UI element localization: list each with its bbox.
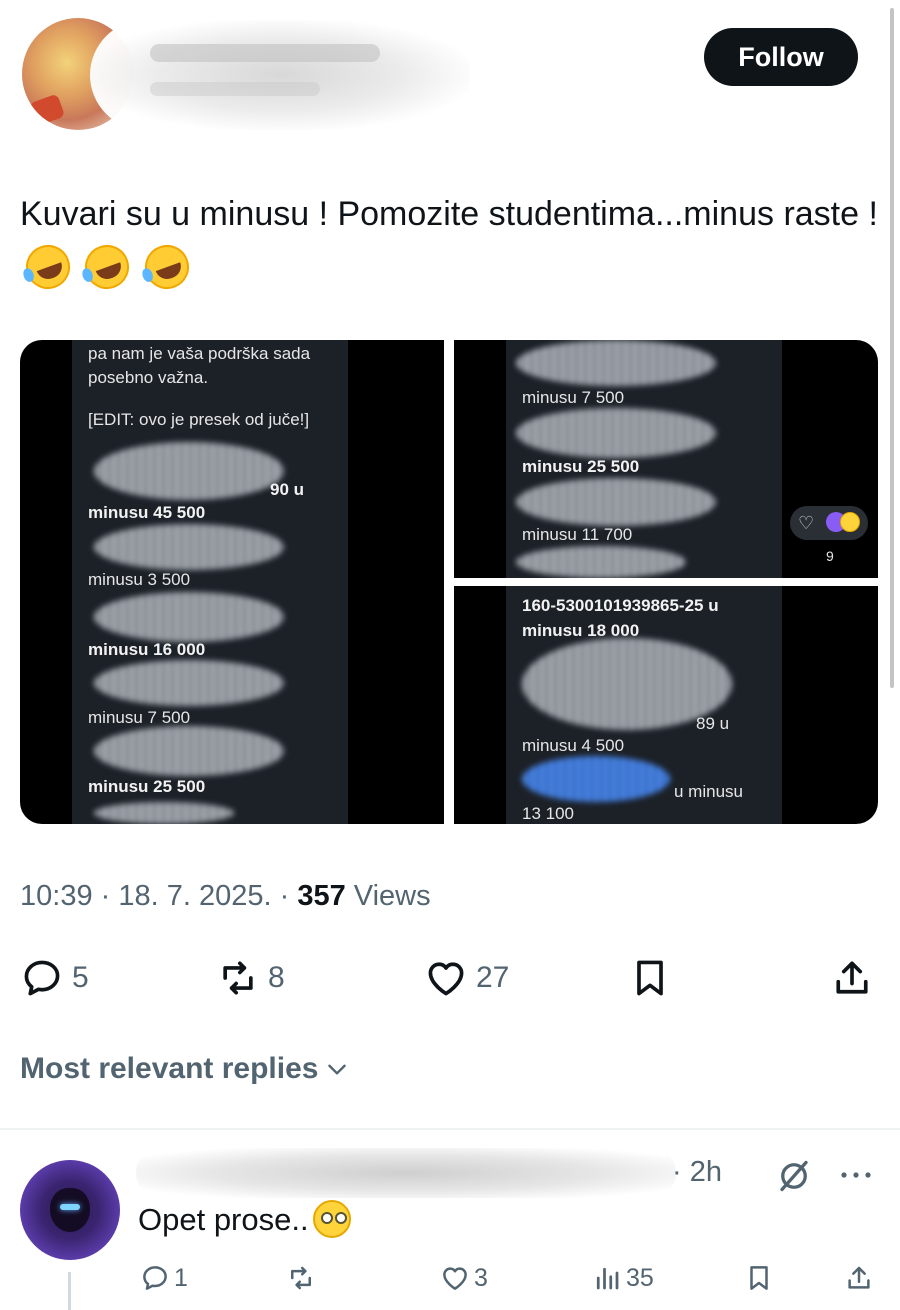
media-text-line: [EDIT: ovo je presek od juče!]	[88, 410, 310, 429]
share-button[interactable]	[830, 950, 874, 1006]
media-image-3[interactable]: 160-5300101939865-25 u minusu 18 000 89 …	[454, 586, 878, 824]
reply-repost-button[interactable]	[286, 1258, 316, 1298]
media-text-line: minusu 4 500	[522, 736, 625, 755]
tweet-actions: 5 8 27	[0, 950, 900, 1010]
blurred-account-info	[94, 592, 284, 642]
reply-bookmark-button[interactable]	[744, 1258, 774, 1298]
media-text-line: minusu 16 000	[88, 640, 206, 659]
media-text-line: pa nam je vaša podrška sada	[88, 344, 311, 363]
reply-views-button[interactable]: 35	[592, 1258, 654, 1298]
author-name-blurred[interactable]	[90, 20, 470, 130]
grok-icon[interactable]	[776, 1158, 812, 1194]
bookmark-button[interactable]	[628, 950, 672, 1006]
reply-timestamp[interactable]: · 2h	[672, 1156, 722, 1189]
blurred-account-info	[516, 408, 716, 458]
media-text-line: 89 u	[696, 714, 730, 733]
heart-icon	[428, 962, 464, 996]
reply-like-count: 3	[474, 1263, 488, 1292]
blurred-account-link	[522, 756, 670, 802]
tweet-media-grid: pa nam je vaša podrška sada posebno važn…	[20, 340, 878, 824]
heart-icon	[443, 1267, 467, 1290]
repost-count: 8	[268, 961, 285, 994]
repost-button[interactable]: 8	[216, 950, 285, 1006]
views-label: Views	[345, 880, 431, 912]
media-text-line: u minusu	[674, 782, 743, 801]
reply-views-count: 35	[626, 1263, 654, 1292]
media-text-line: minusu 25 500	[88, 777, 206, 796]
tweet-meta: 10:39 · 18. 7. 2025. · 357 Views	[20, 880, 431, 913]
reply-icon	[24, 960, 60, 996]
like-button[interactable]: 27	[424, 950, 509, 1006]
share-icon	[848, 1266, 870, 1289]
message-reactions: ♡	[790, 506, 868, 540]
blurred-account-info	[516, 340, 716, 386]
views-chart-icon	[596, 1267, 619, 1290]
chevron-down-icon	[328, 1064, 347, 1075]
reply-reply-button[interactable]: 1	[140, 1258, 188, 1298]
media-text-line: posebno važna.	[88, 368, 209, 387]
blurred-account-info	[516, 546, 686, 578]
media-text-line: minusu 7 500	[88, 708, 191, 727]
media-text-line: minusu 11 700	[522, 525, 633, 544]
blurred-account-info	[94, 726, 284, 776]
replies-sort-label: Most relevant replies	[20, 1052, 319, 1085]
rolling-laughing-emoji-icon	[19, 238, 77, 296]
more-options-icon[interactable]	[836, 1160, 876, 1190]
blurred-account-info	[94, 802, 234, 824]
rolling-eyes-emoji-icon	[312, 1200, 351, 1238]
media-text-line: minusu 45 500	[88, 503, 206, 522]
media-text-line: minusu 25 500	[522, 457, 640, 476]
media-image-1[interactable]: pa nam je vaša podrška sada posebno važn…	[20, 340, 444, 824]
tweet-body: Kuvari su u minusu ! Pomozite studentima…	[20, 195, 878, 233]
reply-count: 5	[72, 961, 89, 994]
reply-button[interactable]: 5	[20, 950, 89, 1006]
reply-icon	[143, 1266, 167, 1290]
screenshot-phone-screen: 160-5300101939865-25 u minusu 18 000 89 …	[506, 586, 782, 824]
reply-text: Opet prose..	[138, 1200, 351, 1238]
blurred-account-info	[94, 660, 284, 706]
reply-body: Opet prose..	[138, 1202, 309, 1237]
reaction-count: 9	[826, 548, 834, 564]
views-count: 357	[297, 880, 346, 912]
tweet-text: Kuvari su u minusu ! Pomozite studentima…	[19, 186, 880, 298]
rolling-laughing-emoji-icon	[138, 238, 196, 296]
bookmark-icon	[637, 960, 663, 996]
divider	[0, 1128, 900, 1130]
rolling-laughing-emoji-icon	[79, 238, 136, 296]
blurred-account-info	[94, 442, 284, 500]
blurred-account-info	[94, 524, 284, 570]
emoji-face-icon	[840, 512, 860, 532]
reply-share-button[interactable]	[844, 1258, 874, 1298]
reply-reply-count: 1	[174, 1263, 188, 1292]
screenshot-phone-screen: pa nam je vaša podrška sada posebno važn…	[72, 340, 348, 824]
media-text-line: 13 100	[522, 804, 574, 823]
tweet-header: Follow	[0, 0, 900, 140]
replies-sort-dropdown[interactable]: Most relevant replies	[20, 1052, 350, 1086]
media-text-line: minusu 7 500	[522, 388, 625, 407]
reply-like-button[interactable]: 3	[440, 1258, 488, 1298]
reply-actions: 1 3 35	[0, 1258, 900, 1302]
media-text-line: minusu 3 500	[88, 570, 191, 589]
media-text-line: 90 u	[270, 480, 305, 499]
share-icon	[836, 961, 868, 994]
reply-author-avatar[interactable]	[20, 1160, 120, 1260]
like-count: 27	[476, 961, 510, 994]
repost-icon	[291, 1266, 311, 1290]
screenshot-phone-screen: minusu 7 500 minusu 25 500 minusu 11 700	[506, 340, 782, 578]
blurred-account-info	[516, 478, 716, 526]
heart-outline-icon: ♡	[798, 513, 815, 533]
media-image-2[interactable]: minusu 7 500 minusu 25 500 minusu 11 700	[454, 340, 878, 578]
media-text-line: 160-5300101939865-25 u	[522, 596, 719, 615]
follow-button[interactable]: Follow	[704, 28, 858, 86]
tweet-timestamp[interactable]: 10:39 · 18. 7. 2025. ·	[20, 880, 297, 912]
repost-icon	[223, 961, 253, 995]
bookmark-icon	[750, 1266, 768, 1290]
reply-author-name-blurred[interactable]	[136, 1148, 676, 1198]
